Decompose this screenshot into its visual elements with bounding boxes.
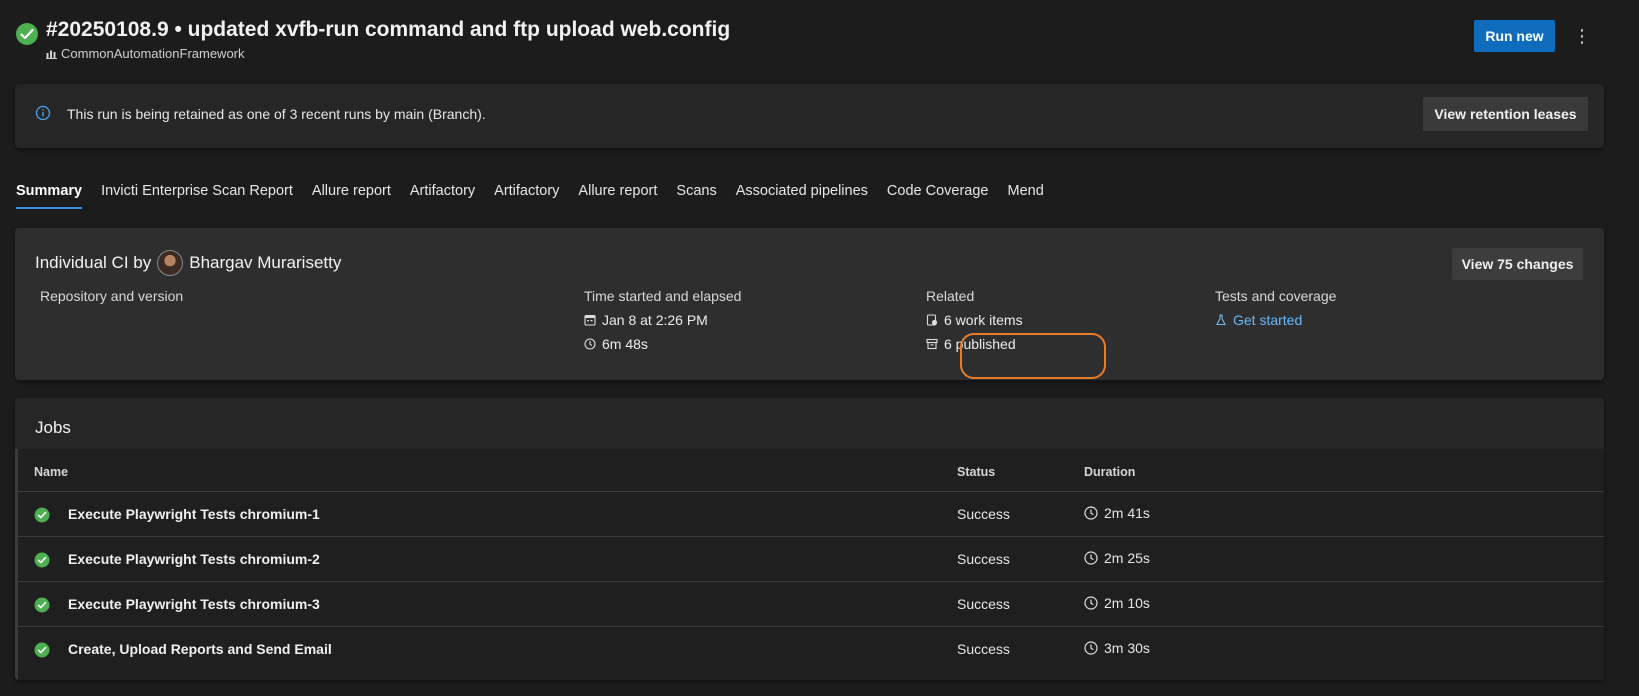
tests-header: Tests and coverage <box>1215 288 1337 304</box>
jobs-title: Jobs <box>35 418 71 437</box>
table-row[interactable]: Execute Playwright Tests chromium-1 Succ… <box>18 491 1604 539</box>
job-duration: 2m 10s <box>1084 595 1150 611</box>
tab-invicti-scan-report[interactable]: Invicti Enterprise Scan Report <box>101 179 293 209</box>
get-started-label[interactable]: Get started <box>1233 312 1302 328</box>
view-retention-leases-button[interactable]: View retention leases <box>1423 97 1588 131</box>
retention-banner: This run is being retained as one of 3 r… <box>15 84 1604 148</box>
project-name[interactable]: CommonAutomationFramework <box>61 46 245 61</box>
avatar <box>157 250 184 276</box>
tab-allure-report-2[interactable]: Allure report <box>578 179 657 209</box>
trigger-info: Individual CI by Bhargav Murarisetty <box>35 250 341 276</box>
success-icon <box>34 642 50 658</box>
job-duration: 2m 25s <box>1084 550 1150 566</box>
run-success-icon <box>15 22 39 46</box>
tab-scans[interactable]: Scans <box>676 179 716 209</box>
job-duration-value: 2m 25s <box>1104 550 1150 566</box>
job-name[interactable]: Execute Playwright Tests chromium-1 <box>68 506 320 522</box>
job-status: Success <box>957 506 1010 522</box>
table-row[interactable]: Execute Playwright Tests chromium-2 Succ… <box>18 536 1604 584</box>
run-title: #20250108.9 • updated xvfb-run command a… <box>46 18 731 41</box>
info-icon <box>35 105 51 121</box>
user-name[interactable]: Bhargav Murarisetty <box>189 253 341 273</box>
more-options-icon[interactable]: ⋮ <box>1572 24 1592 48</box>
published-value[interactable]: 6 published <box>944 336 1016 352</box>
related-header: Related <box>926 288 975 304</box>
tab-code-coverage[interactable]: Code Coverage <box>887 179 989 209</box>
success-icon <box>34 552 50 568</box>
clock-icon <box>1084 641 1098 655</box>
artifact-icon <box>926 338 938 350</box>
tab-summary[interactable]: Summary <box>16 179 83 209</box>
time-header: Time started and elapsed <box>584 288 742 304</box>
calendar-icon <box>584 314 596 326</box>
project-icon <box>46 48 57 59</box>
jobs-panel: Jobs Name Status Duration Execute Playwr… <box>15 398 1604 680</box>
job-duration-value: 2m 41s <box>1104 505 1150 521</box>
elapsed-time: 6m 48s <box>584 336 648 352</box>
summary-card: Individual CI by Bhargav Murarisetty Vie… <box>15 228 1604 380</box>
table-row[interactable]: Create, Upload Reports and Send Email Su… <box>18 626 1604 674</box>
get-started-link[interactable]: Get started <box>1215 312 1302 328</box>
job-status: Success <box>957 551 1010 567</box>
tab-artifactory-2[interactable]: Artifactory <box>494 179 559 209</box>
job-duration: 3m 30s <box>1084 640 1150 656</box>
elapsed-time-value: 6m 48s <box>602 336 648 352</box>
retention-message: This run is being retained as one of 3 r… <box>67 106 486 122</box>
table-row[interactable]: Execute Playwright Tests chromium-3 Succ… <box>18 581 1604 629</box>
job-duration-value: 3m 30s <box>1104 640 1150 656</box>
job-duration: 2m 41s <box>1084 505 1150 521</box>
jobs-table: Name Status Duration Execute Playwright … <box>15 449 1604 680</box>
clock-icon <box>1084 551 1098 565</box>
clock-icon <box>1084 506 1098 520</box>
job-status: Success <box>957 596 1010 612</box>
tab-artifactory[interactable]: Artifactory <box>410 179 475 209</box>
work-items-link[interactable]: 6 work items <box>926 312 1023 328</box>
work-items-value[interactable]: 6 work items <box>944 312 1023 328</box>
project-breadcrumb[interactable]: CommonAutomationFramework <box>46 46 245 61</box>
view-changes-button[interactable]: View 75 changes <box>1452 248 1583 280</box>
column-header-duration: Duration <box>1084 465 1136 479</box>
tab-bar: Summary Invicti Enterprise Scan Report A… <box>16 178 1063 210</box>
tab-associated-pipelines[interactable]: Associated pipelines <box>736 179 868 209</box>
run-new-button[interactable]: Run new <box>1474 20 1555 52</box>
start-time: Jan 8 at 2:26 PM <box>584 312 708 328</box>
success-icon <box>34 597 50 613</box>
job-name[interactable]: Execute Playwright Tests chromium-3 <box>68 596 320 612</box>
tab-allure-report[interactable]: Allure report <box>312 179 391 209</box>
repository-header: Repository and version <box>40 288 184 304</box>
tab-mend[interactable]: Mend <box>1008 179 1044 209</box>
job-name[interactable]: Create, Upload Reports and Send Email <box>68 641 332 657</box>
flask-icon <box>1215 314 1227 326</box>
job-status: Success <box>957 641 1010 657</box>
column-header-name: Name <box>34 465 69 479</box>
column-header-status: Status <box>957 465 996 479</box>
job-duration-value: 2m 10s <box>1104 595 1150 611</box>
clock-icon <box>584 338 596 350</box>
start-time-value: Jan 8 at 2:26 PM <box>602 312 708 328</box>
job-name[interactable]: Execute Playwright Tests chromium-2 <box>68 551 320 567</box>
work-item-icon <box>926 314 938 326</box>
published-artifacts-link[interactable]: 6 published <box>926 336 1016 352</box>
clock-icon <box>1084 596 1098 610</box>
trigger-label: Individual CI by <box>35 253 152 272</box>
success-icon <box>34 507 50 523</box>
